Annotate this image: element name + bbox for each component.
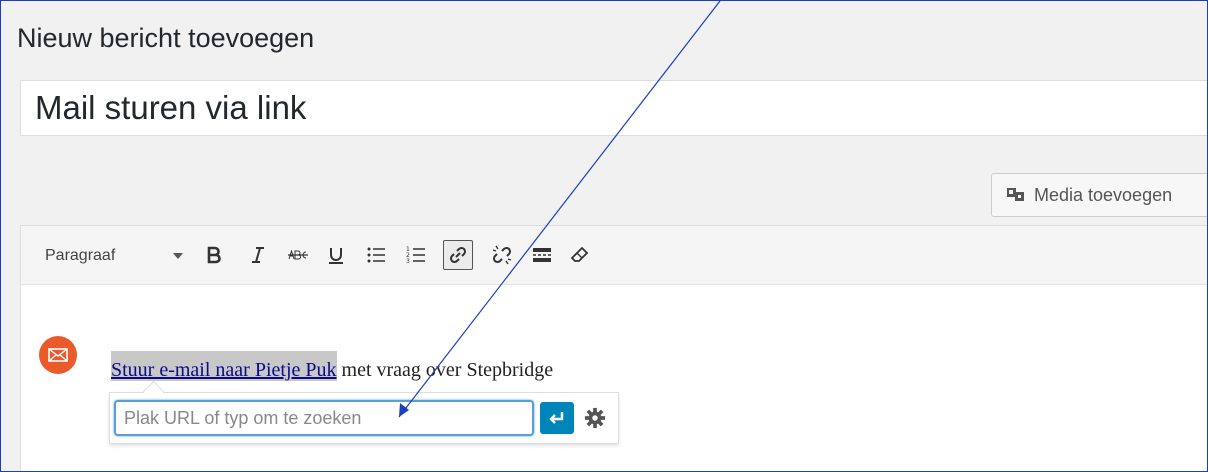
clear-formatting-button[interactable] [565, 240, 595, 270]
eraser-icon [570, 246, 589, 262]
link-popup [109, 392, 619, 444]
strikethrough-icon [288, 249, 308, 260]
remove-link-button[interactable] [487, 240, 517, 270]
insert-link-button[interactable] [443, 240, 473, 270]
enter-icon [549, 412, 564, 424]
page-title: Nieuw bericht toevoegen [17, 23, 315, 53]
numbered-list-button[interactable]: 1 2 3 [401, 240, 431, 270]
underline-icon [329, 248, 343, 264]
url-input[interactable] [114, 400, 534, 436]
svg-text:3: 3 [406, 258, 410, 265]
bulleted-list-button[interactable] [361, 240, 391, 270]
caret-down-icon [173, 253, 183, 259]
read-more-icon [533, 248, 551, 262]
format-select[interactable]: Paragraaf [33, 241, 183, 271]
strikethrough-button[interactable] [283, 240, 313, 270]
read-more-button[interactable] [527, 240, 557, 270]
format-select-value: Paragraaf [45, 247, 116, 264]
mail-icon [39, 336, 77, 374]
unlink-icon [492, 245, 512, 265]
underline-button[interactable] [321, 240, 351, 270]
link-options-button[interactable] [580, 403, 610, 433]
italic-button[interactable] [243, 240, 273, 270]
add-media-label: Media toevoegen [1034, 184, 1173, 205]
editor-toolbar: Paragraaf 1 2 3 [21, 226, 1207, 285]
bold-button[interactable] [199, 240, 229, 270]
add-media-button[interactable]: Media toevoegen [991, 173, 1207, 217]
bulleted-list-icon [367, 247, 385, 263]
numbered-list-icon: 1 2 3 [406, 246, 425, 265]
editor-content[interactable]: Stuur e-mail naar Pietje Puk met vraag o… [21, 284, 1207, 471]
post-title-input[interactable] [20, 80, 1207, 136]
apply-link-button[interactable] [540, 402, 574, 434]
gear-icon [584, 407, 606, 429]
post-editor: Paragraaf 1 2 3 Stuur e-mail naar Pietje… [20, 225, 1207, 471]
media-icon [1007, 188, 1024, 201]
editor-window: Nieuw bericht toevoegen Media toevoegen … [0, 0, 1208, 472]
italic-icon [252, 247, 264, 263]
content-paragraph: Stuur e-mail naar Pietje Puk met vraag o… [111, 359, 553, 382]
selected-link-text[interactable]: Stuur e-mail naar Pietje Puk [111, 359, 337, 381]
paragraph-text: met vraag over Stepbridge [336, 359, 554, 381]
bold-icon [207, 246, 221, 264]
link-icon [449, 246, 467, 264]
